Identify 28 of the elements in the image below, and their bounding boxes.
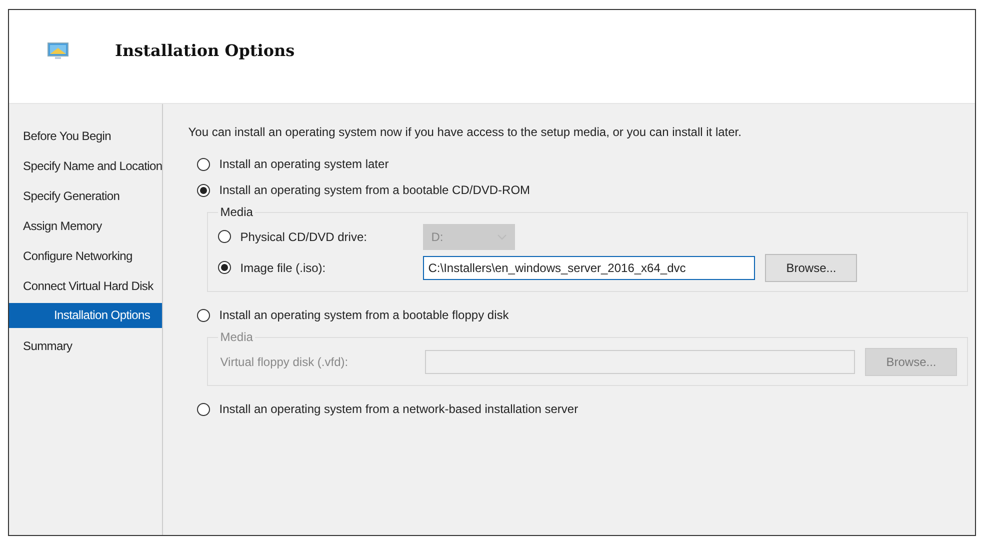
radio-option[interactable]: Install an operating system from a bootable floppy disk	[197, 302, 984, 328]
sidebar-item[interactable]: Connect Virtual Hard Disk	[9, 271, 162, 301]
page-title: Installation Options	[115, 41, 295, 60]
sidebar-item[interactable]: Specify Name and Location	[9, 151, 162, 181]
radio-option[interactable]: Install an operating system from a network-based installation server	[197, 396, 984, 422]
sidebar-item[interactable]: Installation Options	[9, 303, 162, 328]
intro-text: You can install an operating system now if you have access to the setup media, or you can install it later.	[188, 124, 742, 141]
radio-button[interactable]	[218, 230, 232, 243]
sidebar-item[interactable]: Summary	[9, 331, 162, 361]
radio-button[interactable]	[197, 402, 210, 416]
radio-button[interactable]	[197, 308, 210, 322]
radio-option[interactable]: Install an operating system from a bootable CD/DVD-ROM	[197, 177, 984, 203]
group-label: Media	[219, 330, 254, 344]
radio-option[interactable]: Image file (.iso):	[218, 260, 424, 274]
group-label: Media	[219, 205, 254, 219]
field-label: Virtual floppy disk (.vfd):	[219, 354, 350, 368]
radio-option[interactable]: Install an operating system later	[197, 151, 984, 177]
sidebar-item[interactable]: Before You Begin	[9, 121, 162, 151]
sidebar-item[interactable]: Configure Networking	[9, 241, 162, 271]
sidebar-item[interactable]: Assign Memory	[9, 211, 162, 241]
sidebar-item[interactable]: Specify Generation	[9, 181, 162, 211]
monitor-icon	[47, 42, 69, 60]
radio-button[interactable]	[197, 184, 210, 196]
browse-button[interactable]: Browse...	[765, 254, 858, 282]
path-input-field[interactable]: C:\Installers\en_windows_server_2016_x64_dvc	[423, 256, 756, 280]
radio-button[interactable]	[197, 158, 210, 170]
radio-option[interactable]: Physical CD/DVD drive:	[218, 230, 424, 244]
radio-button[interactable]	[218, 261, 232, 274]
